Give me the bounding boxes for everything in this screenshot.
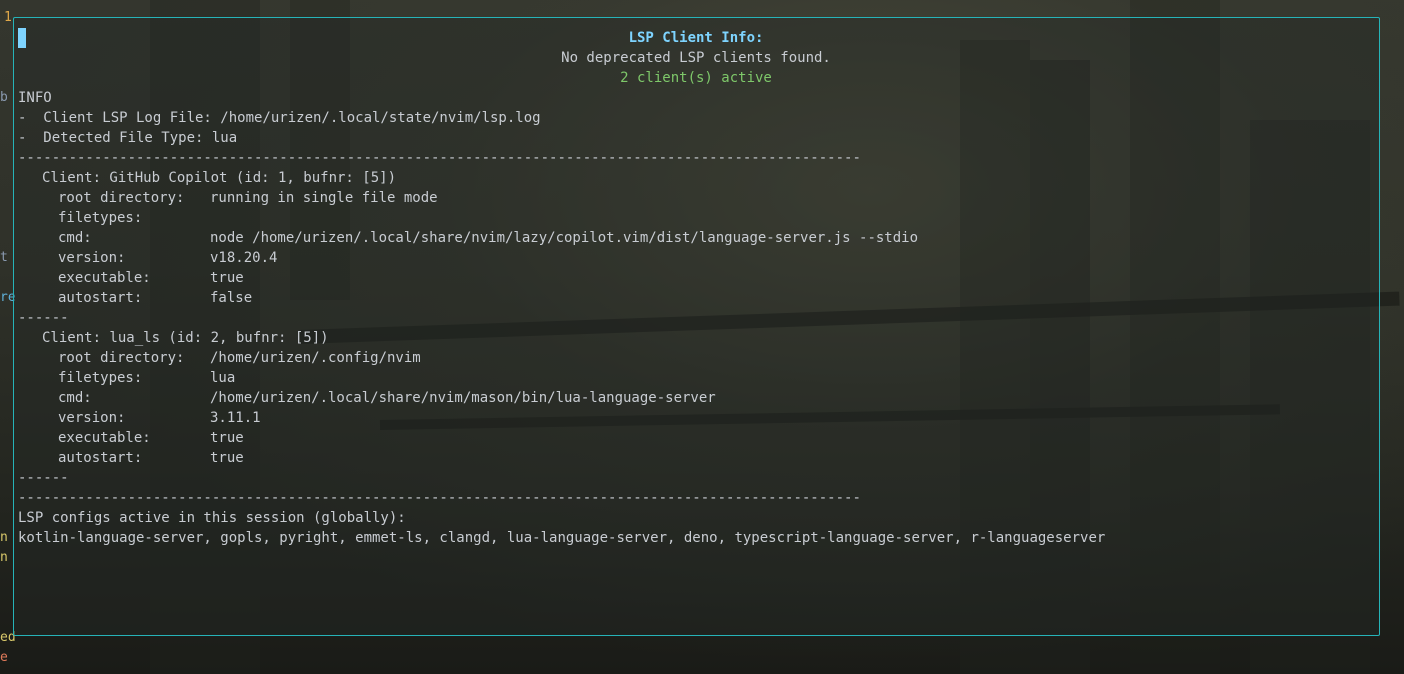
field-value: true xyxy=(210,430,244,446)
separator: ----------------------------------------… xyxy=(18,150,861,166)
field-key: version: xyxy=(58,410,126,426)
client-field: executable: true xyxy=(18,268,1374,288)
gutter-text: t xyxy=(0,250,8,265)
client-field: cmd: /home/urizen/.local/share/nvim/mason… xyxy=(18,388,1374,408)
field-key: executable: xyxy=(58,430,151,446)
field-value: false xyxy=(210,290,253,306)
field-key: autostart: xyxy=(58,290,143,306)
configs-label: LSP configs active in this session (glob… xyxy=(18,510,406,526)
field-value: running in single file mode xyxy=(210,190,438,206)
client-field: filetypes: lua xyxy=(18,368,1374,388)
field-value: 3.11.1 xyxy=(210,410,261,426)
configs-list: kotlin-language-server, gopls, pyright, … xyxy=(18,530,1106,546)
window-title: LSP Client Info: xyxy=(628,30,764,46)
line-number: 1 xyxy=(4,10,12,25)
gutter-text: n xyxy=(0,550,8,565)
active-client-count: 2 client(s) active xyxy=(620,70,772,86)
separator: ----------------------------------------… xyxy=(18,490,861,506)
field-key: cmd: xyxy=(58,390,92,406)
client-field: root directory: running in single file mo… xyxy=(18,188,1374,208)
field-key: executable: xyxy=(58,270,151,286)
field-value: true xyxy=(210,450,244,466)
field-value: lua xyxy=(210,370,236,386)
client-field: root directory: /home/urizen/.config/nvim xyxy=(18,348,1374,368)
field-value: node /home/urizen/.local/share/nvim/lazy… xyxy=(210,230,919,246)
field-value: v18.20.4 xyxy=(210,250,278,266)
field-key: autostart: xyxy=(58,450,143,466)
lsp-info-window[interactable]: LSP Client Info: No deprecated LSP clien… xyxy=(13,17,1380,636)
log-file-line: - Client LSP Log File: /home/urizen/.loc… xyxy=(18,110,541,126)
gutter-text: n xyxy=(0,530,8,545)
field-key: filetypes: xyxy=(58,210,143,226)
client-field: version: v18.20.4 xyxy=(18,248,1374,268)
deprecated-notice: No deprecated LSP clients found. xyxy=(561,50,831,66)
field-value: /home/urizen/.local/share/nvim/mason/bin… xyxy=(210,390,716,406)
client-heading: Client: lua_ls (id: 2, bufnr: [5]) xyxy=(42,330,329,346)
gutter-text: b xyxy=(0,90,8,105)
client-field: autostart: false xyxy=(18,288,1374,308)
field-key: root directory: xyxy=(58,350,185,366)
info-level: INFO xyxy=(18,90,52,106)
gutter-text: e xyxy=(0,650,8,665)
field-key: filetypes: xyxy=(58,370,143,386)
file-type-line: - Detected File Type: lua xyxy=(18,130,238,146)
field-key: cmd: xyxy=(58,230,92,246)
separator: ------ xyxy=(18,470,69,486)
client-field: version: 3.11.1 xyxy=(18,408,1374,428)
field-key: root directory: xyxy=(58,190,185,206)
field-value: /home/urizen/.config/nvim xyxy=(210,350,421,366)
field-value: true xyxy=(210,270,244,286)
client-field: executable: true xyxy=(18,428,1374,448)
field-key: version: xyxy=(58,250,126,266)
separator: ------ xyxy=(18,310,69,326)
lsp-info-content: LSP Client Info: No deprecated LSP clien… xyxy=(18,28,1374,548)
client-field: filetypes: xyxy=(18,208,1374,228)
client-field: autostart: true xyxy=(18,448,1374,468)
client-field: cmd: node /home/urizen/.local/share/nvim/… xyxy=(18,228,1374,248)
client-heading: Client: GitHub Copilot (id: 1, bufnr: [5… xyxy=(42,170,397,186)
